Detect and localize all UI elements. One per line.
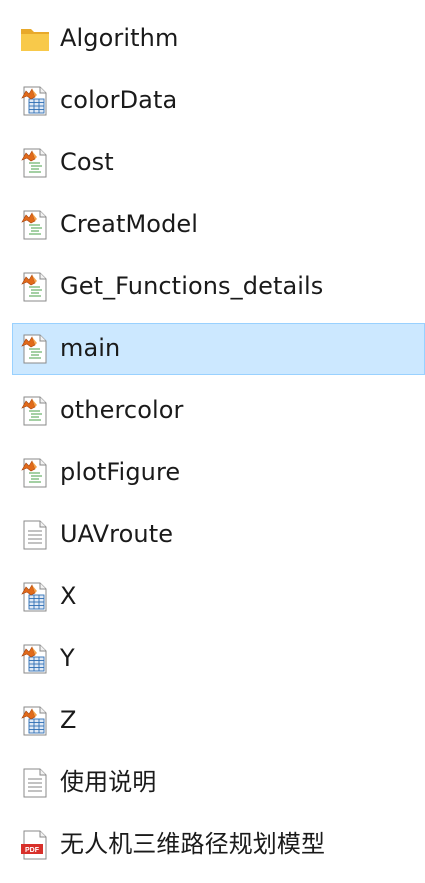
matlab-file-icon [20,271,50,303]
matlab-file-icon [20,457,50,489]
file-row-x[interactable]: X [0,565,425,627]
file-row-get-functions-details[interactable]: Get_Functions_details [0,255,425,317]
file-row-uavroute[interactable]: UAVroute [0,503,425,565]
file-name: CreatModel [60,210,199,238]
file-row-creatmodel[interactable]: CreatModel [0,193,425,255]
file-name: X [60,582,77,610]
matlab-data-icon [20,705,50,737]
pdf-file-icon: PDF [20,829,50,861]
svg-text:PDF: PDF [25,847,40,854]
file-row-y[interactable]: Y [0,627,425,689]
matlab-data-icon [20,581,50,613]
file-row-pdf[interactable]: PDF 无人机三维路径规划模型 [0,813,425,875]
file-row-colordata[interactable]: colorData [0,69,425,131]
file-name: Algorithm [60,24,179,52]
file-row-algorithm[interactable]: Algorithm [0,7,425,69]
matlab-file-icon [20,209,50,241]
text-file-icon [20,767,50,799]
matlab-file-icon [20,395,50,427]
file-list: Algorithm colorData Cost CreatModel Get_… [0,7,425,875]
file-row-readme[interactable]: 使用说明 [0,751,425,813]
file-row-plotfigure[interactable]: plotFigure [0,441,425,503]
file-name: Z [60,706,77,734]
file-name: Get_Functions_details [60,272,324,300]
file-row-z[interactable]: Z [0,689,425,751]
matlab-file-icon [20,147,50,179]
file-row-othercolor[interactable]: othercolor [0,379,425,441]
folder-icon [20,23,50,55]
file-row-cost[interactable]: Cost [0,131,425,193]
text-file-icon [20,519,50,551]
file-name: Y [60,644,75,672]
file-name: colorData [60,86,178,114]
file-row-main[interactable]: main [0,317,425,379]
file-name: plotFigure [60,458,181,486]
file-name: othercolor [60,396,184,424]
matlab-data-icon [20,85,50,117]
file-name: 无人机三维路径规划模型 [60,830,326,858]
file-name: main [60,334,121,362]
matlab-file-icon [20,333,50,365]
matlab-data-icon [20,643,50,675]
file-name: 使用说明 [60,768,157,796]
file-name: UAVroute [60,520,174,548]
file-name: Cost [60,148,114,176]
